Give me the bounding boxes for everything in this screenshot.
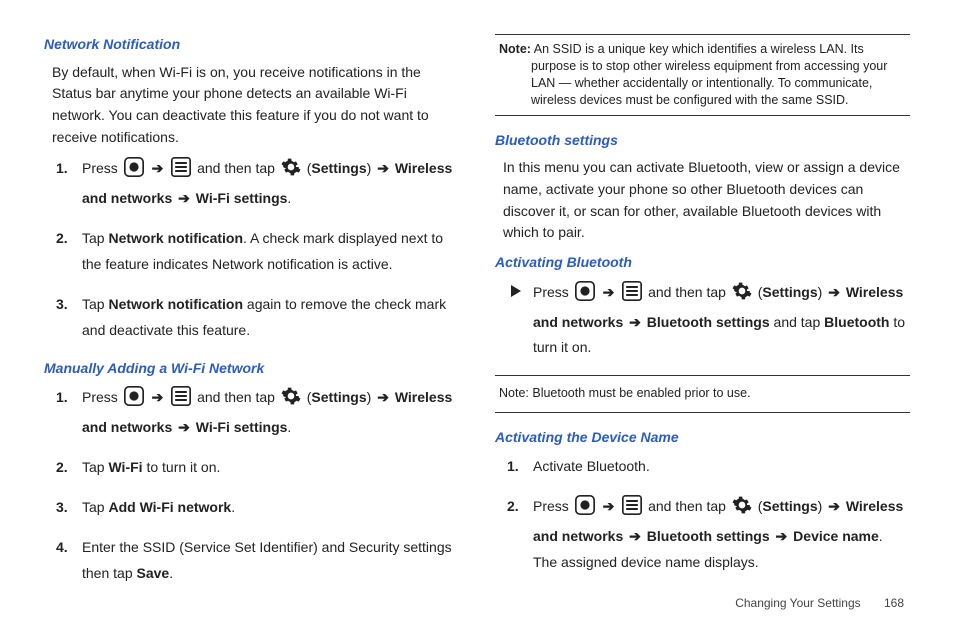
heading-activating-bluetooth: Activating Bluetooth	[495, 252, 910, 274]
step-1: 1. Press ➔ and then tap (Settings) ➔ Wir…	[82, 385, 459, 441]
step-1: 1. Activate Bluetooth.	[533, 454, 910, 480]
menu-icon	[622, 281, 642, 310]
manual-wifi-steps: 1. Press ➔ and then tap (Settings) ➔ Wir…	[44, 385, 459, 586]
step-2: 2. Tap Network notification. A check mar…	[82, 226, 459, 278]
network-notification-steps: 1. Press ➔ and then tap (Settings) ➔ Wir…	[44, 156, 459, 343]
step-3: 3. Tap Add Wi-Fi network.	[82, 495, 459, 521]
home-icon	[575, 495, 595, 524]
bluetooth-settings-intro: In this menu you can activate Bluetooth,…	[503, 157, 910, 244]
activating-bluetooth-step: Press ➔ and then tap (Settings) ➔ Wirele…	[495, 280, 910, 362]
step-4: 4. Enter the SSID (Service Set Identifie…	[82, 535, 459, 587]
gear-icon	[732, 495, 752, 524]
triangle-bullet-icon	[511, 285, 521, 297]
gear-icon	[732, 281, 752, 310]
network-notification-intro: By default, when Wi-Fi is on, you receiv…	[52, 62, 459, 149]
right-column: Note: An SSID is a unique key which iden…	[495, 34, 910, 601]
device-name-steps: 1. Activate Bluetooth. 2. Press ➔ and th…	[495, 454, 910, 576]
home-icon	[124, 386, 144, 415]
step-2: 2. Tap Wi-Fi to turn it on.	[82, 455, 459, 481]
heading-manually-adding-wifi: Manually Adding a Wi-Fi Network	[44, 358, 459, 380]
note-bluetooth-enabled: Note: Bluetooth must be enabled prior to…	[495, 375, 910, 412]
step-1: 1. Press ➔ and then tap (Settings) ➔ Wir…	[82, 156, 459, 212]
page-footer: Changing Your Settings 168	[735, 596, 904, 610]
step-3: 3. Tap Network notification again to rem…	[82, 292, 459, 344]
heading-activating-device-name: Activating the Device Name	[495, 427, 910, 449]
section-name: Changing Your Settings	[735, 596, 860, 610]
arrow-icon: ➔	[150, 160, 166, 176]
menu-icon	[171, 157, 191, 186]
left-column: Network Notification By default, when Wi…	[44, 34, 459, 601]
note-ssid: Note: An SSID is a unique key which iden…	[495, 34, 910, 116]
heading-network-notification: Network Notification	[44, 34, 459, 56]
home-icon	[575, 281, 595, 310]
heading-bluetooth-settings: Bluetooth settings	[495, 130, 910, 152]
gear-icon	[281, 157, 301, 186]
menu-icon	[171, 386, 191, 415]
menu-icon	[622, 495, 642, 524]
step-2: 2. Press ➔ and then tap (Settings) ➔ Wir…	[533, 494, 910, 576]
page-number: 168	[884, 596, 904, 610]
gear-icon	[281, 386, 301, 415]
home-icon	[124, 157, 144, 186]
